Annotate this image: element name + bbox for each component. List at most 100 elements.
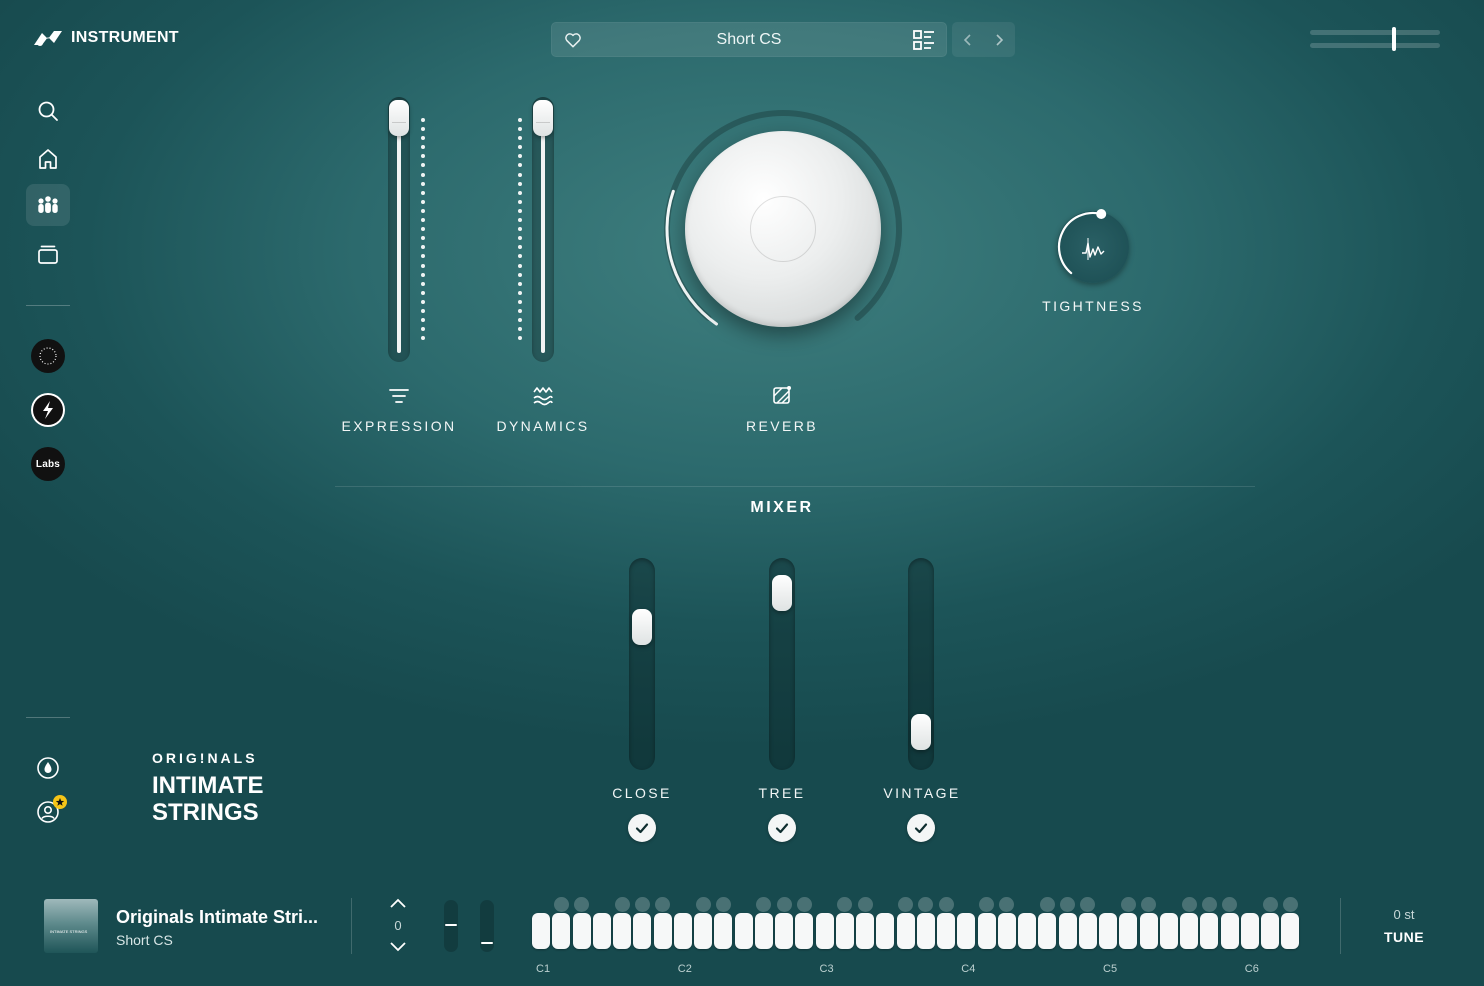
white-key[interactable] — [1099, 913, 1117, 949]
white-key[interactable] — [613, 913, 631, 949]
white-key[interactable] — [1078, 913, 1097, 949]
reverb-knob[interactable] — [662, 108, 904, 350]
mixer-fader-handle[interactable] — [632, 608, 652, 645]
black-key[interactable] — [1282, 897, 1298, 912]
white-key[interactable] — [754, 913, 773, 949]
black-key[interactable] — [918, 897, 934, 912]
white-key[interactable] — [572, 913, 591, 949]
white-key[interactable] — [1119, 913, 1138, 949]
white-key[interactable] — [592, 913, 611, 949]
white-key[interactable] — [997, 913, 1016, 949]
mod-wheel-handle[interactable] — [481, 942, 493, 944]
white-key[interactable] — [734, 913, 753, 949]
black-key[interactable] — [1120, 897, 1136, 912]
list-view-icon[interactable] — [913, 30, 935, 50]
black-key[interactable] — [695, 897, 711, 912]
tightness-knob[interactable] — [1053, 207, 1133, 287]
black-key[interactable] — [715, 897, 731, 912]
user-star-icon[interactable] — [33, 795, 67, 827]
dynamics-fader-handle[interactable] — [533, 100, 553, 136]
white-key[interactable] — [937, 913, 955, 949]
white-key[interactable] — [714, 913, 733, 949]
pitch-bend-handle[interactable] — [445, 924, 457, 926]
expression-fader[interactable] — [388, 97, 410, 362]
white-key[interactable] — [1200, 913, 1219, 949]
black-key[interactable] — [796, 897, 812, 912]
white-key[interactable] — [856, 913, 874, 949]
home-icon[interactable] — [33, 144, 63, 174]
black-key[interactable] — [1039, 897, 1055, 912]
white-key[interactable] — [835, 913, 854, 949]
mixer-toggle-close[interactable] — [628, 814, 656, 842]
white-key[interactable] — [896, 913, 915, 949]
reverb-knob-body[interactable] — [685, 131, 881, 327]
black-key[interactable] — [1262, 897, 1278, 912]
black-key[interactable] — [776, 897, 792, 912]
black-key[interactable] — [655, 897, 670, 912]
white-key[interactable] — [775, 913, 793, 949]
white-key[interactable] — [1159, 913, 1178, 949]
black-key[interactable] — [574, 897, 589, 912]
black-key[interactable] — [999, 897, 1015, 912]
black-key[interactable] — [756, 897, 772, 912]
black-key[interactable] — [1222, 897, 1237, 912]
white-key[interactable] — [694, 913, 712, 949]
chevron-left-icon[interactable] — [961, 33, 975, 47]
white-key[interactable] — [1058, 913, 1077, 949]
white-key[interactable] — [1261, 913, 1279, 949]
white-key[interactable] — [1220, 913, 1239, 949]
ensemble-icon[interactable] — [33, 190, 63, 220]
white-key[interactable] — [1281, 913, 1300, 949]
black-key[interactable] — [979, 897, 994, 912]
chevron-right-icon[interactable] — [992, 33, 1006, 47]
mod-wheel-slider[interactable] — [480, 900, 494, 952]
white-key[interactable] — [977, 913, 996, 949]
instrument-thumbnail[interactable]: INTIMATE STRINGS — [44, 899, 98, 953]
black-key[interactable] — [1141, 897, 1156, 912]
mixer-toggle-tree[interactable] — [768, 814, 796, 842]
pitch-bend-slider[interactable] — [444, 900, 458, 952]
mixer-toggle-vintage[interactable] — [907, 814, 935, 842]
preset-name[interactable]: Short CS — [551, 31, 947, 49]
black-key[interactable] — [857, 897, 873, 912]
black-key[interactable] — [938, 897, 954, 912]
mixer-fader-tree[interactable] — [769, 558, 795, 770]
black-key[interactable] — [1181, 897, 1197, 912]
mixer-fader-vintage[interactable] — [908, 558, 934, 770]
white-key[interactable] — [876, 913, 895, 949]
white-key[interactable] — [1139, 913, 1158, 949]
chevron-up-icon[interactable] — [388, 896, 408, 910]
black-key[interactable] — [553, 897, 569, 912]
white-key[interactable] — [916, 913, 935, 949]
black-key[interactable] — [837, 897, 853, 912]
black-key[interactable] — [1201, 897, 1217, 912]
master-volume-slider[interactable] — [1310, 27, 1440, 51]
piano-keyboard[interactable]: C1 C2 C3 C4 C5 C6 — [532, 896, 1302, 975]
mixer-fader-close[interactable] — [629, 558, 655, 770]
black-key[interactable] — [634, 897, 650, 912]
droplet-icon[interactable] — [33, 753, 63, 783]
dynamics-fader[interactable] — [532, 97, 554, 362]
white-key[interactable] — [815, 913, 834, 949]
white-key[interactable] — [1180, 913, 1198, 949]
white-key[interactable] — [552, 913, 571, 949]
white-key[interactable] — [653, 913, 672, 949]
spitfire-s-badge[interactable] — [31, 393, 65, 427]
white-key[interactable] — [957, 913, 976, 949]
white-key[interactable] — [1018, 913, 1036, 949]
expression-fader-handle[interactable] — [389, 100, 409, 136]
chevron-down-icon[interactable] — [388, 940, 408, 954]
layers-icon[interactable] — [33, 239, 63, 269]
white-key[interactable] — [1240, 913, 1259, 949]
preset-selector[interactable]: Short CS — [551, 22, 947, 57]
white-key[interactable] — [1038, 913, 1057, 949]
black-key[interactable] — [1060, 897, 1075, 912]
mixer-fader-handle[interactable] — [772, 574, 792, 611]
mixer-fader-handle[interactable] — [911, 714, 931, 750]
white-key[interactable] — [673, 913, 692, 949]
white-key[interactable] — [633, 913, 652, 949]
white-key[interactable] — [532, 913, 550, 949]
master-volume-handle[interactable] — [1392, 27, 1396, 51]
black-key[interactable] — [614, 897, 630, 912]
labs-badge[interactable]: Labs — [31, 447, 65, 481]
